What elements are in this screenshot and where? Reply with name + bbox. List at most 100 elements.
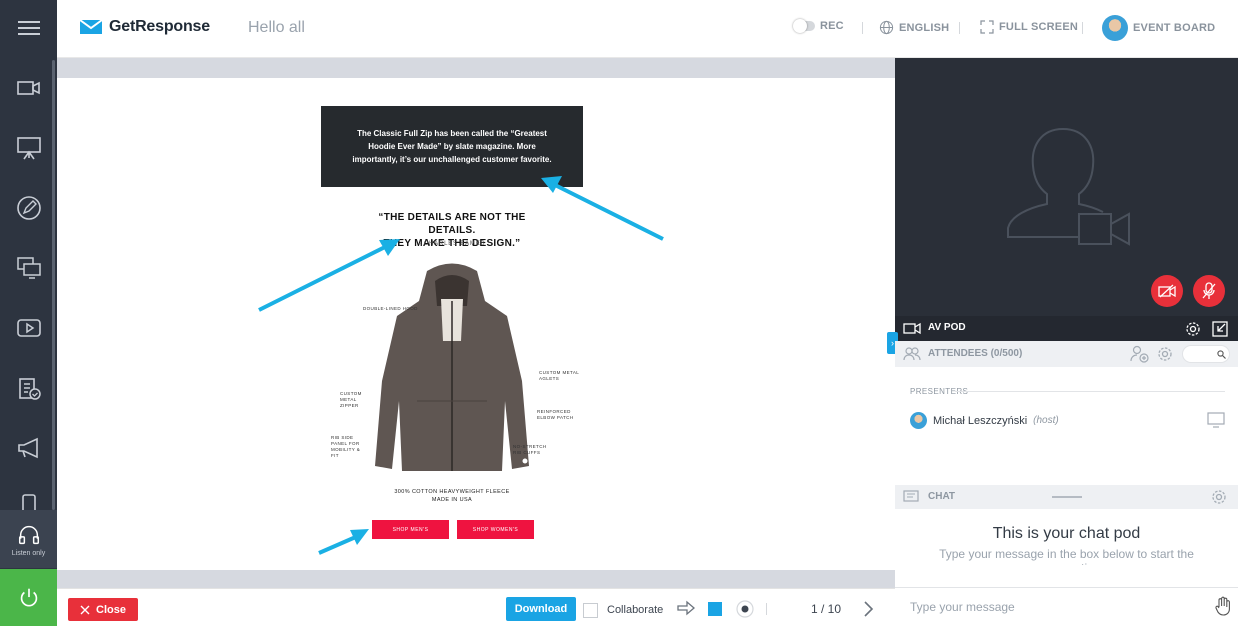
rec-switch[interactable] bbox=[793, 19, 815, 33]
divider bbox=[862, 22, 863, 34]
resize-handle[interactable] bbox=[1052, 496, 1082, 498]
av-pod-bar: AV POD bbox=[895, 316, 1238, 341]
presenter-row[interactable]: Michał Leszczyński (host) bbox=[910, 412, 1059, 429]
screen-icon[interactable] bbox=[1207, 412, 1225, 428]
callout-elbow: REINFORCED ELBOW PATCH bbox=[537, 409, 574, 420]
video-camera-icon[interactable] bbox=[0, 63, 57, 113]
quote-author: - CHARLES EAMES bbox=[418, 241, 486, 247]
av-pod: AV POD bbox=[895, 58, 1238, 341]
divider bbox=[955, 391, 1225, 392]
avatar bbox=[910, 412, 927, 429]
fleece-line-2: MADE IN USA bbox=[431, 497, 473, 503]
attendees-title: ATTENDEES (0/500) bbox=[928, 348, 1023, 359]
callout-cuffs: NO-STRETCH RIB CUFFS bbox=[513, 444, 547, 455]
record-dot-icon[interactable] bbox=[735, 599, 755, 619]
fleece-line-1: 300% COTTON HEAVYWEIGHT FLEECE bbox=[394, 489, 510, 495]
download-button[interactable]: Download bbox=[506, 597, 576, 621]
power-icon bbox=[20, 588, 37, 606]
chat-message-input[interactable]: Type your message bbox=[910, 600, 1015, 614]
shop-womens-button[interactable]: SHOP WOMEN'S bbox=[457, 520, 534, 539]
add-user-icon[interactable] bbox=[1130, 345, 1150, 363]
headphones-icon bbox=[18, 525, 39, 544]
quote-line-1: “THE DETAILS ARE NOT THE DETAILS. bbox=[378, 212, 526, 236]
color-swatch[interactable] bbox=[708, 602, 722, 616]
shop-mens-button[interactable]: SHOP MEN'S bbox=[372, 520, 449, 539]
gear-icon[interactable] bbox=[1157, 346, 1173, 362]
chat-empty-title: This is your chat pod bbox=[992, 525, 1141, 542]
raise-hand-icon[interactable] bbox=[1214, 596, 1232, 616]
user-placeholder-icon bbox=[1007, 128, 1130, 246]
divider bbox=[959, 22, 960, 34]
left-sidebar: Listen only bbox=[0, 0, 57, 626]
collaborate-checkbox[interactable] bbox=[583, 603, 598, 618]
session-title: Hello all bbox=[248, 19, 305, 36]
pointer-arrow-icon[interactable] bbox=[677, 600, 695, 616]
chat-pod: CHAT This is your chat pod Type your mes… bbox=[895, 485, 1238, 626]
pencil-icon[interactable] bbox=[0, 183, 57, 233]
language-label: ENGLISH bbox=[899, 21, 950, 34]
attendees-icon bbox=[903, 347, 921, 361]
chat-icon bbox=[903, 490, 919, 502]
menu-icon[interactable] bbox=[0, 3, 57, 53]
callout-hood: DOUBLE-LINED HOOD bbox=[363, 306, 418, 311]
test-clipboard-icon[interactable] bbox=[0, 363, 57, 413]
chat-header: CHAT bbox=[895, 485, 1238, 509]
event-board-label: EVENT BOARD bbox=[1133, 22, 1216, 34]
arrow-banner bbox=[554, 183, 664, 241]
arrow-shop-head bbox=[350, 529, 369, 545]
mic-off-button[interactable] bbox=[1193, 275, 1225, 307]
power-button[interactable] bbox=[0, 569, 57, 626]
divider bbox=[1082, 22, 1083, 34]
rec-toggle[interactable]: REC bbox=[793, 19, 844, 33]
slide-banner: The Classic Full Zip has been called the… bbox=[321, 106, 583, 187]
megaphone-icon[interactable] bbox=[0, 423, 57, 473]
presentation-slide: The Classic Full Zip has been called the… bbox=[57, 78, 895, 570]
divider bbox=[766, 603, 767, 615]
brand-name: GetResponse bbox=[109, 18, 210, 35]
avatar bbox=[1102, 15, 1128, 41]
envelope-logo-icon bbox=[79, 19, 103, 34]
top-header: GetResponse Hello all REC ENGLISH FULL S… bbox=[57, 0, 1238, 58]
fleece-text: 300% COTTON HEAVYWEIGHT FLEECE MADE IN U… bbox=[357, 488, 547, 504]
fullscreen-icon bbox=[980, 20, 994, 34]
event-board-button[interactable]: EVENT BOARD bbox=[1102, 15, 1215, 41]
collaborate-label: Collaborate bbox=[607, 604, 664, 616]
callout-zipper: CUSTOM METAL ZIPPER bbox=[340, 391, 362, 408]
fullscreen-label: FULL SCREEN bbox=[999, 21, 1079, 33]
mic-off-icon bbox=[1202, 282, 1216, 299]
camera-off-icon bbox=[1158, 284, 1176, 298]
popout-icon[interactable] bbox=[1212, 321, 1228, 337]
stage-top-bar bbox=[57, 58, 895, 78]
presenter-role: (host) bbox=[1033, 415, 1059, 426]
fullscreen-button[interactable]: FULL SCREEN bbox=[980, 20, 1078, 34]
attendee-search-input[interactable] bbox=[1182, 345, 1230, 363]
av-pod-title: AV POD bbox=[928, 322, 966, 333]
phone-icon[interactable] bbox=[0, 480, 57, 510]
close-label: Close bbox=[96, 603, 126, 616]
listen-only-label: Listen only bbox=[11, 549, 46, 557]
play-video-icon[interactable] bbox=[0, 303, 57, 353]
desktop-share-icon[interactable] bbox=[0, 243, 57, 293]
language-selector[interactable]: ENGLISH bbox=[879, 20, 949, 35]
attendees-pod: ATTENDEES (0/500) PRESENTERS Michał Lesz… bbox=[895, 341, 1238, 485]
callout-side-panel: RIB SIDE PANEL FOR MOBILITY & FIT bbox=[331, 435, 361, 458]
chat-title: CHAT bbox=[928, 491, 956, 502]
sidebar-scrollbar[interactable] bbox=[52, 60, 55, 510]
video-camera-icon bbox=[903, 322, 921, 335]
listen-only-button[interactable]: Listen only bbox=[0, 510, 57, 568]
gear-icon[interactable] bbox=[1185, 321, 1201, 337]
callout-aglets: CUSTOM METAL AGLETS bbox=[539, 370, 579, 381]
brand-logo: GetResponse bbox=[79, 17, 210, 37]
bottom-toolbar: Close Download Collaborate 1 / 10 bbox=[57, 588, 895, 626]
page-indicator: 1 / 10 bbox=[811, 602, 842, 616]
gear-icon[interactable] bbox=[1211, 489, 1227, 505]
camera-off-button[interactable] bbox=[1151, 275, 1183, 307]
globe-icon bbox=[879, 20, 894, 35]
presentation-board-icon[interactable] bbox=[0, 123, 57, 173]
close-button[interactable]: Close bbox=[68, 598, 138, 621]
presenter-name: Michał Leszczyński bbox=[933, 414, 1028, 427]
search-icon bbox=[1217, 350, 1226, 359]
chevron-right-icon[interactable] bbox=[862, 600, 874, 618]
attendees-header: ATTENDEES (0/500) bbox=[895, 341, 1238, 367]
arrow-shop bbox=[318, 534, 359, 555]
